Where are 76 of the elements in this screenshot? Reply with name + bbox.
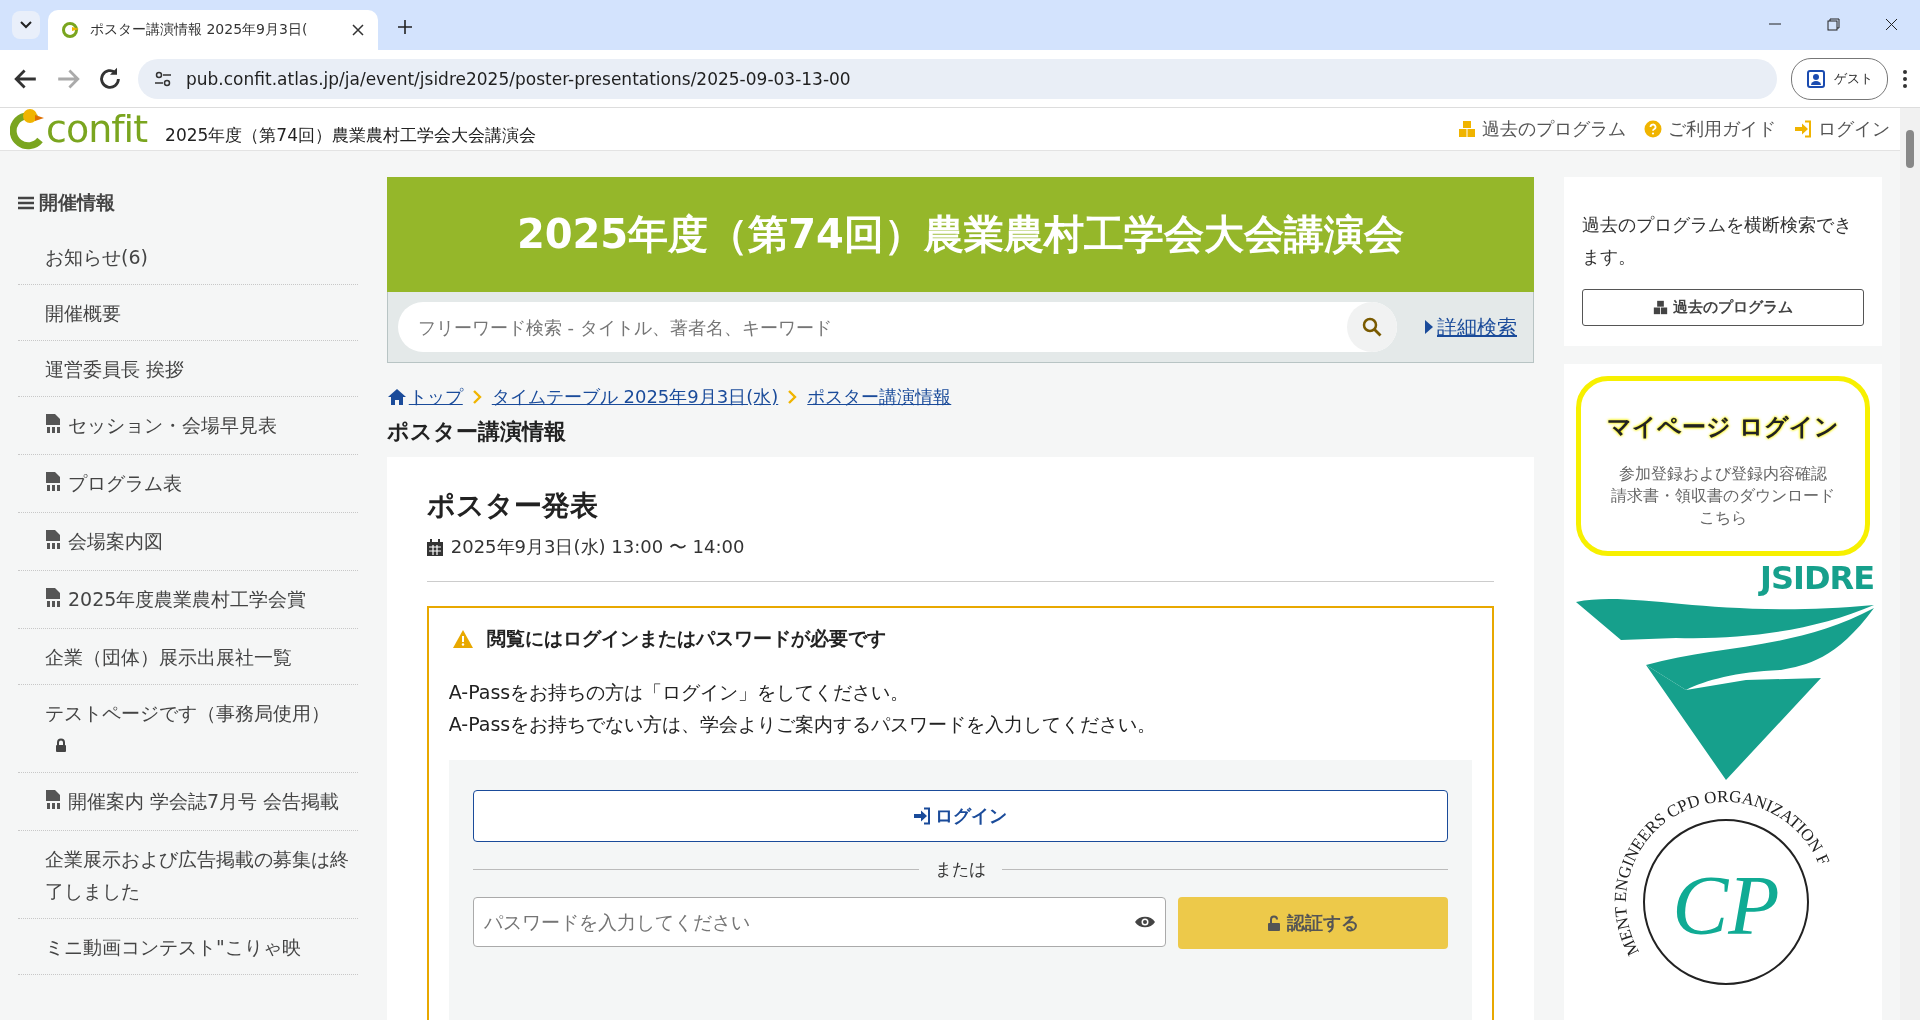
help-icon [1644, 120, 1662, 138]
pdf-file-icon [45, 790, 62, 810]
page-heading: ポスター講演情報 [386, 418, 567, 446]
menu-icon [18, 196, 34, 210]
session-datetime: 2025年9月3日(水) 13:00 〜 14:00 [450, 535, 745, 559]
chevron-down-icon [20, 21, 32, 29]
sidebar-item[interactable]: テストページです（事務局使用） [18, 685, 358, 773]
sidebar-item[interactable]: ミニ動画コンテスト"こりゃ映 [18, 919, 358, 975]
sidebar-item[interactable]: 運営委員長 挨拶 [18, 341, 358, 397]
sidebar-item[interactable]: セッション・会場早見表 [18, 397, 358, 455]
advanced-search-link[interactable]: 詳細検索 [1425, 313, 1517, 341]
sidebar-item[interactable]: 2025年度農業農村工学会賞 [18, 571, 358, 629]
boxes-icon [1458, 120, 1476, 138]
breadcrumb-link[interactable]: トップ [386, 385, 463, 409]
eye-icon[interactable] [1134, 914, 1156, 930]
chevron-right-icon [788, 390, 798, 404]
archive-text: 過去のプログラムを横断検索できます。 [1582, 213, 1853, 269]
duck-icon [62, 21, 80, 39]
calendar-icon [426, 538, 443, 556]
login-button[interactable]: ログイン [472, 790, 1448, 842]
scrollbar[interactable] [1900, 108, 1920, 1020]
site-settings-icon[interactable] [154, 69, 172, 88]
search-button[interactable] [1347, 302, 1397, 352]
plus-icon [398, 20, 412, 34]
event-banner: 2025年度（第74回）農業農村工学会大会講演会 [386, 177, 1534, 292]
header-link[interactable]: ログイン [1794, 117, 1890, 141]
breadcrumb-link[interactable]: タイムテーブル 2025年9月3日(水) [491, 385, 779, 409]
sidebar-item[interactable]: 開催案内 学会誌7月号 会告掲載 [18, 773, 358, 831]
archive-button[interactable]: 過去のプログラム [1582, 289, 1864, 326]
lock-icon [55, 738, 67, 753]
pdf-file-icon [45, 588, 62, 608]
tab-list-button[interactable] [12, 11, 40, 39]
chevron-right-icon [472, 390, 482, 404]
browser-tab[interactable]: ポスター講演情報 2025年9月3日( [48, 10, 378, 50]
profile-button[interactable]: ゲスト [1791, 57, 1888, 100]
boxes-icon [1653, 300, 1668, 315]
duck-logo-icon[interactable] [10, 108, 46, 150]
notice-title: 閲覧にはログインまたはパスワードが必要です [486, 626, 886, 651]
verify-button[interactable]: 認証する [1178, 897, 1448, 949]
sidebar-item[interactable]: 会場案内図 [18, 513, 358, 571]
sidebar-item[interactable]: 企業展示および広告掲載の募集は終了しました [18, 831, 358, 919]
mypage-title: マイページ ログイン [1606, 412, 1840, 443]
sidebar-item[interactable]: 開催概要 [18, 285, 358, 341]
login-icon [1794, 120, 1812, 138]
sidebar-title: 開催情報 [39, 190, 115, 215]
pdf-file-icon [45, 472, 62, 492]
header-link[interactable]: ご利用ガイド [1644, 117, 1776, 141]
sidebar-item[interactable]: 企業（団体）展示出展社一覧 [18, 629, 358, 685]
unlock-icon [1267, 914, 1281, 932]
divider-label: または [934, 858, 986, 881]
address-bar[interactable]: pub.confit.atlas.jp/ja/event/jsidre2025/poster-presentations/2025-09-03-13-00 [138, 58, 1777, 99]
person-icon [1806, 68, 1826, 89]
session-title: ポスター発表 [426, 488, 599, 524]
notice-text: A-Passをお持ちの方は「ログイン」をしてください。 [448, 680, 911, 705]
warning-icon [452, 630, 473, 648]
mypage-text: こちら [1698, 507, 1748, 529]
breadcrumb-link[interactable]: ポスター講演情報 [807, 385, 952, 409]
home-icon [386, 388, 407, 406]
close-icon[interactable] [352, 24, 364, 36]
sidebar-item[interactable]: お知らせ(6) [18, 229, 358, 285]
pdf-file-icon [45, 414, 62, 434]
pdf-file-icon [45, 530, 62, 550]
site-title: 2025年度（第74回）農業農村工学会大会講演会 [165, 123, 536, 147]
sidebar-item[interactable]: プログラム表 [18, 455, 358, 513]
notice-text: A-Passをお持ちでない方は、学会よりご案内するパスワードを入力してください。 [448, 712, 1158, 737]
more-menu-icon[interactable] [1902, 68, 1908, 89]
mypage-text: 参加登録および登録内容確認 [1618, 463, 1828, 485]
login-icon [913, 807, 932, 825]
search-icon [1362, 317, 1382, 337]
profile-label: ゲスト [1834, 69, 1873, 88]
mypage-login-banner[interactable]: マイページ ログイン 参加登録および登録内容確認 請求書・領収書のダウンロード こちら [1576, 376, 1870, 556]
password-field[interactable]: パスワードを入力してください [472, 897, 1166, 947]
mypage-text: 請求書・領収書のダウンロード [1611, 485, 1835, 507]
url-text: pub.confit.atlas.jp/ja/event/jsidre2025/poster-presentations/2025-09-03-13-00 [186, 68, 851, 89]
caret-right-icon [1425, 320, 1433, 334]
header-link[interactable]: 過去のプログラム [1458, 117, 1626, 141]
